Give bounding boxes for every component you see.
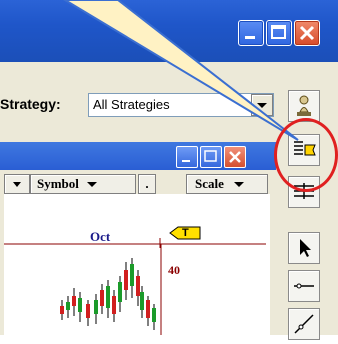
highlight-ring (274, 118, 338, 192)
